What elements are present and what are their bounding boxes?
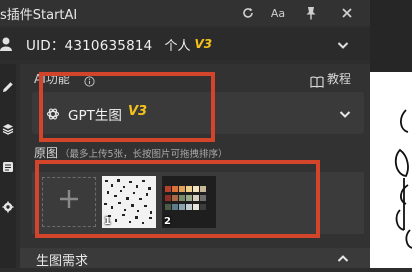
refresh-icon[interactable] (238, 3, 258, 23)
tutorial-label: 教程 (327, 72, 352, 86)
font-size-icon[interactable]: Aa (268, 3, 288, 23)
main-panel: AI功能 教程 GPT生图 V3 原图 （最多上传5张，长按图片可拖拽排序） 1… (20, 64, 370, 268)
chevron-down-icon[interactable] (336, 37, 350, 51)
feature-badge: V3 (128, 104, 148, 119)
chevron-down-icon[interactable] (338, 106, 352, 120)
plan-name: 个人 (164, 38, 191, 54)
uploaded-image-1[interactable]: 1 (102, 176, 156, 228)
info-icon[interactable] (84, 72, 95, 87)
openai-icon (46, 106, 60, 120)
title-bar: s插件StartAI Aa (0, 0, 370, 26)
plan-badge: V3 (194, 37, 213, 51)
image-index: 2 (164, 216, 171, 227)
generation-request-label: 生图需求 (36, 254, 89, 269)
feature-section-label: AI功能 (34, 72, 70, 86)
upload-hint: （最多上传5张，长按图片可拖拽排序） (60, 149, 228, 160)
pin-icon[interactable] (301, 3, 321, 23)
add-image-button[interactable] (42, 177, 96, 227)
tool-rail (0, 64, 16, 268)
plus-icon (58, 187, 80, 217)
book-icon (310, 73, 324, 88)
history-icon[interactable] (0, 158, 16, 176)
upload-section-label: 原图 (34, 146, 59, 160)
account-bar: UID：4310635814 个人 V3 (0, 28, 370, 60)
feature-select[interactable]: GPT生图 V3 (32, 92, 364, 134)
chevron-up-icon[interactable] (336, 251, 350, 265)
close-icon[interactable] (337, 3, 357, 23)
gear-icon[interactable] (0, 198, 16, 216)
image-index: 1 (104, 216, 111, 227)
edit-icon[interactable] (0, 78, 16, 96)
uid-text: UID：4310635814 (26, 38, 153, 54)
app-title: s插件StartAI (0, 7, 78, 23)
user-icon (0, 36, 14, 52)
feature-selected-label: GPT生图 (68, 108, 122, 124)
canvas-dark-strip (370, 0, 412, 72)
upload-strip: 1 2 (32, 172, 364, 234)
layers-icon[interactable] (0, 120, 16, 138)
generation-request-header[interactable]: 生图需求 (20, 248, 370, 269)
uploaded-image-2[interactable]: 2 (162, 176, 216, 228)
tutorial-link[interactable]: 教程 (310, 70, 352, 88)
